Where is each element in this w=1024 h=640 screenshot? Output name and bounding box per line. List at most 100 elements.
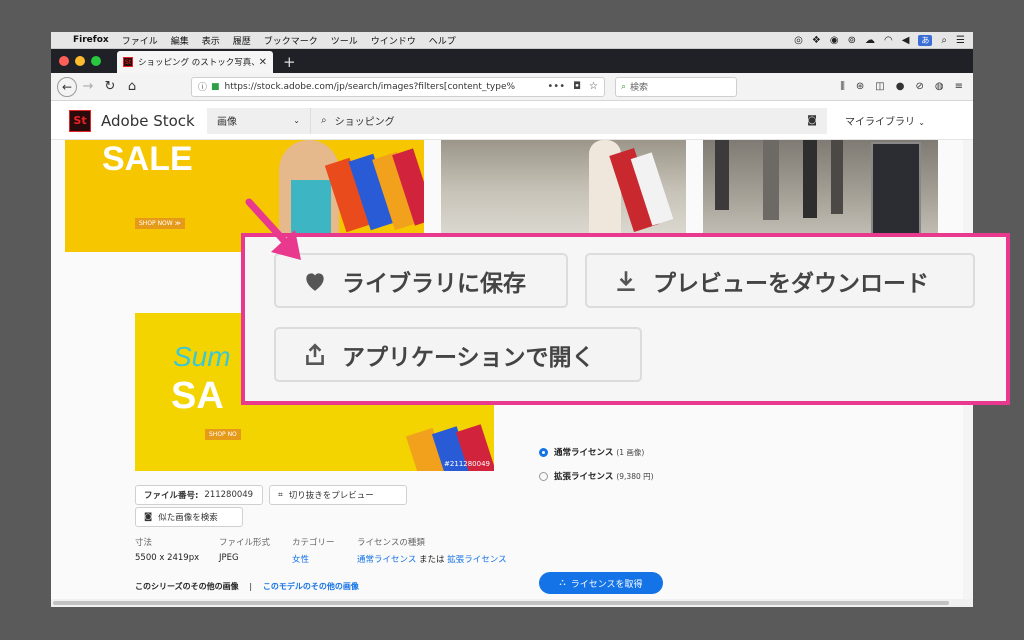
notification-center-icon[interactable]: ☰ xyxy=(956,35,965,46)
crop-preview-label: 切り抜きをプレビュー xyxy=(288,491,374,501)
cart-icon: ⛬ xyxy=(559,578,566,588)
spotlight-search-icon[interactable]: ⌕ xyxy=(941,35,947,46)
standard-license-link[interactable]: 通常ライセンス xyxy=(357,555,416,565)
extended-license-option[interactable]: 拡張ライセンス (9,380 円) xyxy=(539,470,654,482)
save-to-library-button[interactable]: ライブラリに保存 xyxy=(274,253,568,308)
tab-adobe-stock[interactable]: St ショッピング のストック写真、ロイヤリティ ✕ xyxy=(117,51,273,73)
wifi-icon[interactable]: ◠ xyxy=(884,35,893,46)
home-icon[interactable]: ⌂ xyxy=(121,76,143,98)
asset-type-value: 画像 xyxy=(217,117,237,128)
menu-file[interactable]: ファイル xyxy=(122,34,158,47)
window-controls xyxy=(59,49,101,73)
sidebar-icon[interactable]: ◫ xyxy=(875,81,884,92)
url-text[interactable]: https://stock.adobe.com/jp/search/images… xyxy=(225,82,542,92)
extended-license-link[interactable]: 拡張ライセンス xyxy=(447,555,506,565)
cloud-upload-icon[interactable]: ☁ xyxy=(865,35,875,46)
tab-title: ショッピング のストック写真、ロイヤリティ xyxy=(138,58,255,68)
forward-arrow-icon[interactable]: → xyxy=(77,76,99,98)
account-icon[interactable]: ◍ xyxy=(935,81,944,92)
horizontal-scroll-thumb[interactable] xyxy=(53,601,949,605)
extended-license-label: 拡張ライセンス xyxy=(554,472,614,482)
meta-size-value: 5500 x 2419px xyxy=(135,553,200,563)
menu-app-firefox[interactable]: Firefox xyxy=(73,35,109,45)
menu-history[interactable]: 履歴 xyxy=(233,34,251,47)
file-number-value: 211280049 xyxy=(204,490,254,500)
address-bar[interactable]: ⓘ ■ https://stock.adobe.com/jp/search/im… xyxy=(191,76,605,97)
ime-indicator[interactable]: あ xyxy=(918,34,933,46)
reload-icon[interactable]: ↻ xyxy=(99,76,121,98)
meta-size-label: 寸法 xyxy=(135,538,153,548)
search-engine-icon: ⌕ xyxy=(621,81,627,92)
page-actions-icon[interactable]: ••• xyxy=(547,81,565,92)
adobe-stock-logo[interactable]: St xyxy=(69,109,91,132)
camera-icon: ◙ xyxy=(144,512,153,522)
bookmark-star-icon[interactable]: ☆ xyxy=(589,81,598,92)
related-images-links: このシリーズのその他の画像 | このモデルのその他の画像 xyxy=(135,581,359,592)
close-tab-icon[interactable]: ✕ xyxy=(259,57,267,68)
meta-license-type-label: ライセンスの種類 xyxy=(357,538,425,548)
category-link[interactable]: 女性 xyxy=(292,555,309,565)
extension-icon-3[interactable]: ⊘ xyxy=(915,81,923,92)
extension-icon-1[interactable]: ⊛ xyxy=(856,81,864,92)
get-license-button[interactable]: ⛬ ライセンスを取得 xyxy=(539,572,663,594)
download-preview-button[interactable]: プレビューをダウンロード xyxy=(585,253,975,308)
asset-type-select[interactable]: 画像 ⌄ xyxy=(207,107,311,134)
search-box[interactable]: ⌕ 検索 xyxy=(615,76,737,97)
similar-search-button[interactable]: ◙ 似た画像を検索 xyxy=(135,507,243,527)
horizontal-scrollbar[interactable] xyxy=(51,599,973,607)
hamburger-menu-icon[interactable]: ≡ xyxy=(955,81,963,92)
toolbar-icons: ⫼ ⊛ ◫ ● ⊘ ◍ ≡ xyxy=(840,81,967,92)
chevron-down-icon: ⌄ xyxy=(293,116,300,125)
download-icon xyxy=(617,270,635,291)
standard-license-radio[interactable] xyxy=(539,447,548,457)
search-query-text[interactable]: ショッピング xyxy=(335,113,808,128)
my-library-menu[interactable]: マイライブラリ ⌄ xyxy=(845,113,925,128)
cast-icon[interactable]: ⊚ xyxy=(848,35,856,46)
stock-search-field[interactable]: ⌕ ショッピング ◙ xyxy=(311,107,827,134)
pedestrian-figure xyxy=(803,140,817,218)
minimize-window-button[interactable] xyxy=(75,56,85,66)
library-icon[interactable]: ⫼ xyxy=(840,81,845,92)
meta-format-label: ファイル形式 xyxy=(219,538,271,548)
crop-preview-button[interactable]: ⌗ 切り抜きをプレビュー xyxy=(269,485,407,505)
creative-cloud-icon[interactable]: ◎ xyxy=(794,35,803,46)
get-license-label: ライセンスを取得 xyxy=(570,579,643,590)
sync-icon[interactable]: ◉ xyxy=(830,35,839,46)
extension-icon-2[interactable]: ● xyxy=(896,81,905,92)
detail-summer-text: Sum xyxy=(173,341,231,372)
meta-category: カテゴリー 女性 xyxy=(292,536,335,565)
dropbox-icon[interactable]: ❖ xyxy=(812,35,821,46)
detail-shop-now: SHOP NO xyxy=(205,429,241,440)
menu-help[interactable]: ヘルプ xyxy=(429,34,456,47)
status-icons: ◎ ❖ ◉ ⊚ ☁ ◠ ◀ あ ⌕ ☰ xyxy=(794,34,965,46)
standard-license-option[interactable]: 通常ライセンス (1 画像) xyxy=(539,446,644,458)
meta-license-type: ライセンスの種類 通常ライセンス または 拡張ライセンス xyxy=(357,536,507,565)
menu-tools[interactable]: ツール xyxy=(331,34,358,47)
site-info-icon[interactable]: ⓘ xyxy=(198,80,207,93)
new-tab-plus-icon[interactable]: + xyxy=(283,51,296,73)
menu-bookmarks[interactable]: ブックマーク xyxy=(264,34,318,47)
detail-sale-text: SA xyxy=(171,375,224,417)
back-arrow-icon[interactable]: ← xyxy=(57,76,77,97)
pocket-icon[interactable]: ◘ xyxy=(573,81,581,92)
camera-search-icon[interactable]: ◙ xyxy=(807,115,817,126)
brand-name[interactable]: Adobe Stock xyxy=(101,112,207,130)
menu-window[interactable]: ウインドウ xyxy=(371,34,416,47)
volume-icon[interactable]: ◀ xyxy=(902,35,910,46)
license-or-text: または xyxy=(419,555,445,565)
model-images-link[interactable]: このモデルのその他の画像 xyxy=(263,582,359,591)
extended-license-radio[interactable] xyxy=(539,471,548,481)
menu-edit[interactable]: 編集 xyxy=(171,34,189,47)
zoom-window-button[interactable] xyxy=(91,56,101,66)
similar-search-label: 似た画像を検索 xyxy=(158,513,218,523)
digital-signage xyxy=(871,142,921,240)
my-library-label: マイライブラリ xyxy=(845,117,915,128)
separator: | xyxy=(249,582,253,591)
navigation-bar: ← → ↻ ⌂ ⓘ ■ https://stock.adobe.com/jp/s… xyxy=(51,73,973,101)
series-images-link[interactable]: このシリーズのその他の画像 xyxy=(135,582,239,591)
file-number-field[interactable]: ファイル番号: 211280049 xyxy=(135,485,263,505)
menu-view[interactable]: 表示 xyxy=(202,34,220,47)
address-actions: ••• ◘ ☆ xyxy=(547,81,598,92)
open-in-application-button[interactable]: アプリケーションで開く xyxy=(274,327,642,382)
close-window-button[interactable] xyxy=(59,56,69,66)
